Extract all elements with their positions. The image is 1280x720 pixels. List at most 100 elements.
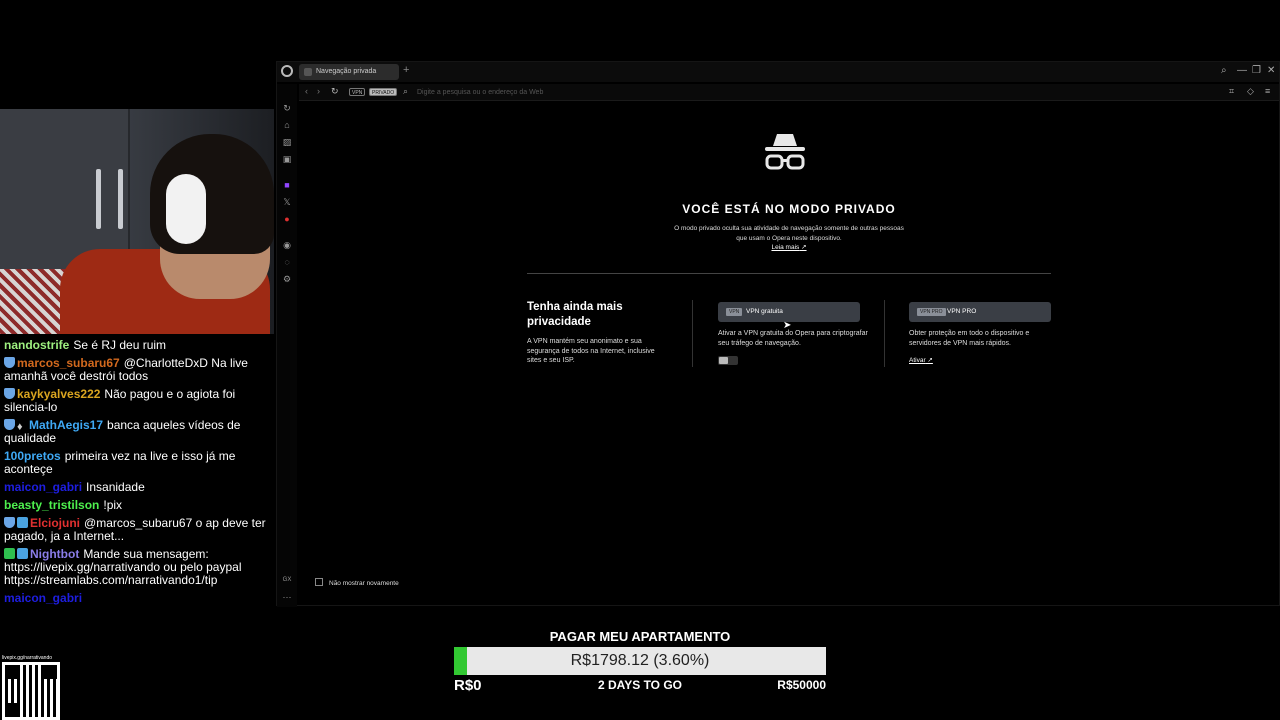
mouse-cursor: ➤ xyxy=(783,320,792,331)
chat-message: kaykyalves222 Não pagou e o agiota foi si… xyxy=(4,388,276,414)
chat-text: Se é RJ deu ruim xyxy=(73,338,167,352)
activate-link[interactable]: Ativar ↗ xyxy=(909,356,933,364)
chat-username: maicon_gabri xyxy=(4,591,83,605)
browser-window: Navegação privada + ⌕ — ❐ ✕ ↻ ⌂ ▨ ▣ ■ 𝕏 … xyxy=(276,61,1280,607)
maximize-icon[interactable]: ❐ xyxy=(1252,65,1261,76)
goal-title: PAGAR MEU APARTAMENTO xyxy=(549,629,731,644)
private-tab-icon xyxy=(304,68,312,76)
screen-badge-icon xyxy=(17,548,28,559)
private-mode-title: VOCÊ ESTÁ NO MODO PRIVADO xyxy=(682,202,896,216)
settings-icon[interactable]: ⚙ xyxy=(281,273,293,285)
chat-message: nandostrife Se é RJ deu ruim xyxy=(4,339,276,352)
more-privacy-title: Tenha ainda mais privacidade xyxy=(527,301,623,328)
check-badge-icon xyxy=(4,548,15,559)
chat-username: nandostrife xyxy=(4,338,70,352)
chat-username: MathAegis17 xyxy=(29,418,104,432)
chat-message: Nightbot Mande sua mensagem: https://live… xyxy=(4,548,276,587)
free-vpn-toggle[interactable] xyxy=(718,356,738,365)
history-icon[interactable]: ↻ xyxy=(281,102,293,114)
chat-username: beasty_tristilson xyxy=(4,498,100,512)
search-tabs-icon[interactable]: ⌕ xyxy=(1221,65,1227,76)
dont-show-label: Não mostrar novamente xyxy=(329,580,399,587)
music-icon[interactable]: ● xyxy=(281,213,293,225)
free-vpn-button[interactable]: VPN VPN gratuita xyxy=(718,302,860,322)
chat-text: Insanidade xyxy=(86,480,145,494)
goal-progress-bar: R$1798.12 (3.60%) xyxy=(454,647,826,675)
free-vpn-label: VPN gratuita xyxy=(746,308,783,315)
opera-sidebar: ↻ ⌂ ▨ ▣ ■ 𝕏 ● ◉ ◌ ⚙ GX ··· xyxy=(277,84,297,607)
chat-username: Elciojuni xyxy=(30,516,81,530)
x-icon[interactable]: 𝕏 xyxy=(281,196,293,208)
qr-caption: livepix.gg/narrativando xyxy=(2,655,53,661)
vpn-pro-label: VPN PRO xyxy=(947,308,977,315)
chat-message: ♦ MathAegis17 banca aqueles vídeos de qual… xyxy=(4,419,276,445)
new-tab-button[interactable]: + xyxy=(403,64,409,76)
shield-badge-icon xyxy=(4,517,15,528)
chat-message: marcos_subaru67 @CharlotteDxD Na live ama… xyxy=(4,357,276,383)
chat-overlay: nandostrife Se é RJ deu ruim marcos_subaru… xyxy=(4,339,276,610)
shield-badge-icon xyxy=(4,357,15,368)
chat-text: !pix xyxy=(103,498,123,512)
address-bar: ‹ › ↻ VPN PRIVADO ⌕ Digite a pesquisa ou… xyxy=(299,84,1279,101)
vpn-badge[interactable]: VPN xyxy=(349,88,366,96)
snapshot-icon[interactable]: ⌗ xyxy=(1229,86,1234,97)
free-vpn-description: Ativar a VPN gratuita do Opera para crip… xyxy=(718,330,868,347)
close-icon[interactable]: ✕ xyxy=(1267,65,1275,76)
headphone xyxy=(166,174,206,244)
messenger-icon[interactable]: ▣ xyxy=(281,153,293,165)
dont-show-checkbox[interactable] xyxy=(315,578,323,586)
chat-username: marcos_subaru67 xyxy=(17,356,120,370)
chat-username: maicon_gabri xyxy=(4,480,83,494)
screen-badge-icon xyxy=(17,517,28,528)
goal-max-label: R$50000 xyxy=(777,678,826,692)
incognito-icon xyxy=(765,134,805,170)
chat-message: maicon_gabri Insanidade xyxy=(4,481,276,494)
chat-message: Elciojuni @marcos_subaru67 o ap deve ter … xyxy=(4,517,276,543)
read-more-link[interactable]: Leia mais ↗ xyxy=(299,243,1279,251)
goal-progress-text: R$1798.12 (3.60%) xyxy=(570,652,710,669)
title-bar: Navegação privada + ⌕ — ❐ ✕ xyxy=(277,62,1279,82)
private-page: VOCÊ ESTÁ NO MODO PRIVADO O modo privado… xyxy=(299,102,1279,605)
divider xyxy=(692,300,693,367)
private-badge: PRIVADO xyxy=(369,88,398,96)
bookmarks-icon[interactable]: ◌ xyxy=(281,256,293,268)
player-icon[interactable]: ◉ xyxy=(281,239,293,251)
tab-private[interactable]: Navegação privada xyxy=(299,64,399,80)
chat-username: 100pretos xyxy=(4,449,61,463)
aria-icon[interactable]: ⌂ xyxy=(281,119,293,131)
vpn-pro-button[interactable]: VPN PRO VPN PRO xyxy=(909,302,1051,322)
easy-setup-icon[interactable]: ◇ xyxy=(1247,86,1254,97)
vpn-pro-description: Obter proteção em todo o dispositivo e s… xyxy=(909,330,1030,347)
back-icon[interactable]: ‹ xyxy=(305,86,308,96)
minimize-icon[interactable]: — xyxy=(1237,65,1247,76)
forward-icon[interactable]: › xyxy=(317,86,320,96)
divider xyxy=(884,300,885,367)
chat-message: maicon_gabri xyxy=(4,592,276,605)
chat-username: kaykyalves222 xyxy=(17,387,101,401)
twitch-icon[interactable]: ■ xyxy=(281,179,293,191)
menu-icon[interactable]: ≡ xyxy=(1265,86,1270,96)
tab-title: Navegação privada xyxy=(316,68,377,75)
webcam-feed xyxy=(0,109,274,334)
private-mode-description: O modo privado oculta sua atividade de n… xyxy=(674,225,904,242)
dont-show-again[interactable]: Não mostrar novamente xyxy=(315,578,399,587)
chat-message: beasty_tristilson !pix xyxy=(4,499,276,512)
search-icon: ⌕ xyxy=(403,86,409,96)
qr-code xyxy=(2,662,60,720)
more-icon[interactable]: ··· xyxy=(281,591,293,603)
reload-icon[interactable]: ↻ xyxy=(331,86,339,97)
address-input[interactable]: Digite a pesquisa ou o endereço da Web xyxy=(417,89,543,96)
chat-username: Nightbot xyxy=(30,547,80,561)
shield-badge-icon xyxy=(4,419,15,430)
opera-menu-icon[interactable] xyxy=(281,65,293,77)
vpn-pro-tag: VPN PRO xyxy=(917,308,946,316)
wardrobe-handle xyxy=(118,169,123,229)
more-privacy-description: A VPN mantém seu anonimato e sua seguran… xyxy=(527,338,655,364)
vpn-tag: VPN xyxy=(726,308,743,316)
divider xyxy=(527,273,1051,274)
gx-icon[interactable]: GX xyxy=(281,574,293,586)
shield-badge-icon xyxy=(4,388,15,399)
wardrobe-handle xyxy=(96,169,101,229)
chat-message: 100pretos primeira vez na live e isso já … xyxy=(4,450,276,476)
chatgpt-icon[interactable]: ▨ xyxy=(281,136,293,148)
